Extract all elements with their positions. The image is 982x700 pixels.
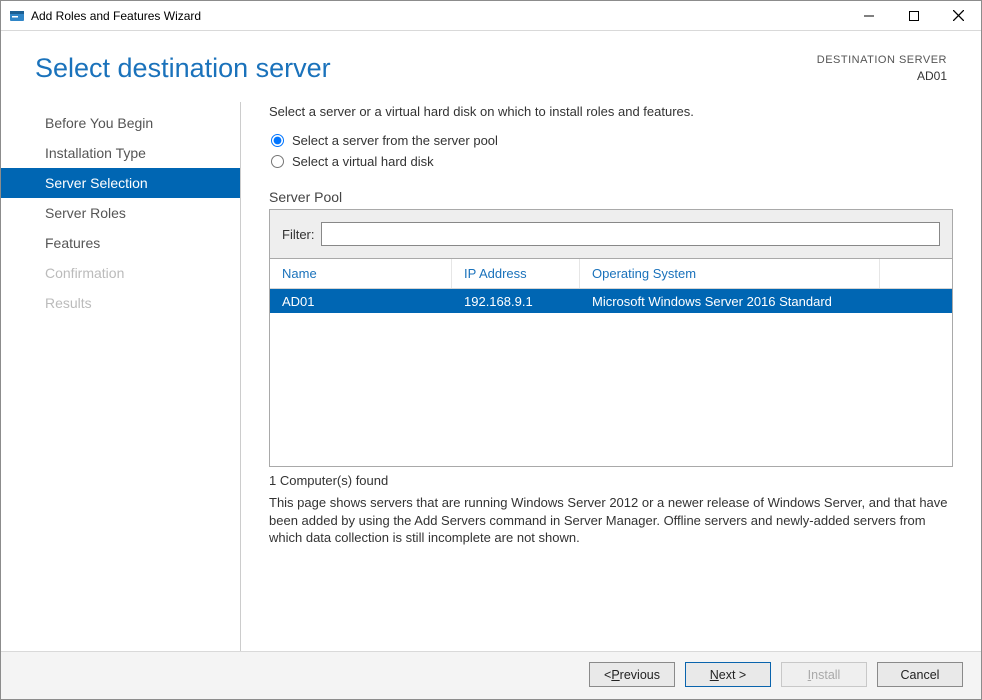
radio-virtual-hard-disk[interactable]: Select a virtual hard disk [269,154,953,169]
step-installation-type[interactable]: Installation Type [1,138,241,168]
instruction-text: Select a server or a virtual hard disk o… [269,104,953,119]
column-header-ip[interactable]: IP Address [452,259,580,288]
filter-input[interactable] [321,222,941,246]
table-empty-area [270,313,952,466]
next-button-post: ext > [719,668,746,682]
filter-box: Filter: [269,209,953,259]
cell-os: Microsoft Windows Server 2016 Standard [580,294,880,309]
window-controls [846,1,981,30]
cell-name: AD01 [270,294,452,309]
install-button-post: nstall [811,668,840,682]
step-results: Results [1,288,241,318]
table-row[interactable]: AD01 192.168.9.1 Microsoft Windows Serve… [270,289,952,313]
footer-button-bar: < Previous Next > Install Cancel [1,651,981,699]
minimize-button[interactable] [846,1,891,30]
previous-button-post: revious [620,668,660,682]
main-pane: Select a server or a virtual hard disk o… [241,98,981,651]
titlebar: Add Roles and Features Wizard [1,1,981,31]
step-features[interactable]: Features [1,228,241,258]
column-header-name[interactable]: Name [270,259,452,288]
next-button[interactable]: Next > [685,662,771,687]
cancel-button-label: Cancel [901,668,940,682]
table-header: Name IP Address Operating System [270,259,952,289]
body-area: Before You Begin Installation Type Serve… [1,94,981,651]
step-before-you-begin[interactable]: Before You Begin [1,108,241,138]
previous-button[interactable]: < Previous [589,662,675,687]
radio-server-pool[interactable]: Select a server from the server pool [269,133,953,148]
radio-vhd-input[interactable] [271,155,284,168]
destination-server-name: AD01 [817,68,947,84]
window-title: Add Roles and Features Wizard [31,9,201,23]
server-pool-table: Name IP Address Operating System AD01 19… [269,259,953,467]
close-button[interactable] [936,1,981,30]
previous-button-pre: < [604,668,611,682]
cancel-button[interactable]: Cancel [877,662,963,687]
destination-server-box: DESTINATION SERVER AD01 [817,53,947,84]
previous-button-ul: P [611,668,619,682]
column-header-os[interactable]: Operating System [580,259,880,288]
radio-server-pool-label: Select a server from the server pool [292,133,498,148]
cell-ip: 192.168.9.1 [452,294,580,309]
maximize-button[interactable] [891,1,936,30]
radio-server-pool-input[interactable] [271,134,284,147]
wizard-window: Add Roles and Features Wizard Select des… [0,0,982,700]
next-button-ul: N [710,668,719,682]
server-manager-icon [9,8,25,24]
content-area: Select destination server DESTINATION SE… [1,31,981,699]
step-server-selection[interactable]: Server Selection [1,168,241,198]
computers-found-text: 1 Computer(s) found [269,473,953,488]
server-pool-label: Server Pool [269,189,953,205]
filter-label: Filter: [282,227,315,242]
header-area: Select destination server DESTINATION SE… [1,31,981,94]
step-confirmation: Confirmation [1,258,241,288]
install-button: Install [781,662,867,687]
column-header-spacer [880,259,952,288]
page-title: Select destination server [35,53,331,84]
destination-server-label: DESTINATION SERVER [817,53,947,68]
wizard-step-sidebar: Before You Begin Installation Type Serve… [1,98,241,651]
info-text: This page shows servers that are running… [269,494,953,547]
step-server-roles[interactable]: Server Roles [1,198,241,228]
radio-vhd-label: Select a virtual hard disk [292,154,434,169]
